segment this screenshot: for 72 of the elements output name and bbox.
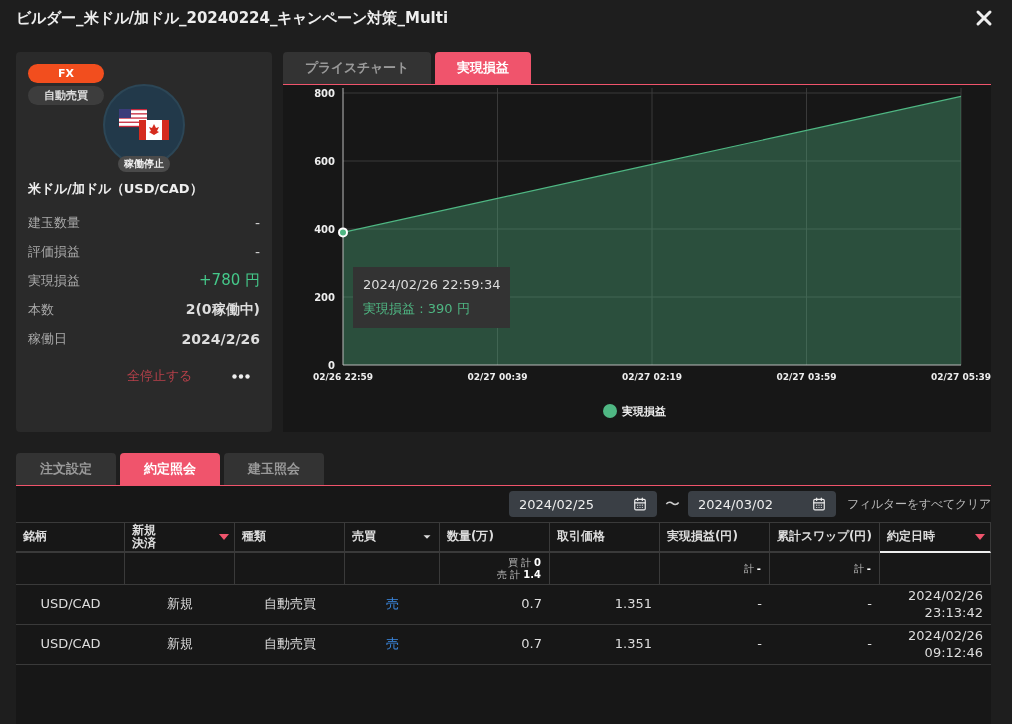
stat-label: 本数 bbox=[28, 300, 54, 319]
tooltip-value: 実現損益 : 390 円 bbox=[363, 300, 471, 318]
summary-cell: 買 計 0 売 計 1.4 bbox=[440, 553, 550, 585]
flags-icon bbox=[119, 109, 169, 141]
table-cell: 自動売買 bbox=[235, 585, 345, 625]
table-cell: 売 bbox=[345, 585, 440, 625]
tooltip-time: 2024/02/26 22:59:34 bbox=[363, 277, 501, 292]
column-header[interactable]: 累計スワップ(円) bbox=[770, 522, 880, 553]
calendar-icon bbox=[633, 497, 647, 511]
stat-value: - bbox=[254, 243, 260, 260]
table-cell: - bbox=[660, 625, 770, 665]
category-badge: FX bbox=[28, 64, 104, 83]
y-tick-label: 800 bbox=[314, 88, 335, 99]
table-cell: 1.351 bbox=[550, 625, 660, 665]
more-icon[interactable] bbox=[232, 373, 250, 379]
y-tick-label: 400 bbox=[314, 224, 335, 235]
legend-label: 実現損益 bbox=[622, 405, 666, 418]
table-cell: 1.351 bbox=[550, 585, 660, 625]
table-cell: 新規 bbox=[125, 625, 235, 665]
date-from-field[interactable]: 2024/02/25 bbox=[509, 491, 657, 517]
x-tick-label: 02/27 05:39 bbox=[930, 372, 991, 382]
column-header[interactable]: 取引価格 bbox=[550, 522, 660, 553]
x-tick-label: 02/27 02:19 bbox=[621, 372, 683, 382]
x-tick-label: 02/26 22:59 bbox=[312, 372, 374, 382]
stat-value: - bbox=[254, 214, 260, 231]
date-to-field[interactable]: 2024/03/02 bbox=[688, 491, 836, 517]
pair-name: 米ドル/加ドル（USD/CAD） bbox=[28, 180, 204, 198]
table-cell: 2024/02/26 09:12:46 bbox=[880, 625, 991, 665]
range-separator: 〜 bbox=[665, 494, 680, 514]
y-tick-label: 600 bbox=[314, 156, 335, 167]
table-cell: - bbox=[770, 625, 880, 665]
summary-cell: 計 - bbox=[770, 553, 880, 585]
table-cell: 0.7 bbox=[440, 625, 550, 665]
stat-value: 2024/2/26 bbox=[181, 330, 260, 347]
stat-label: 建玉数量 bbox=[28, 213, 80, 232]
table-cell: 売 bbox=[345, 625, 440, 665]
x-tick-label: 02/27 03:59 bbox=[776, 372, 837, 382]
table-cell: 2024/02/26 23:13:42 bbox=[880, 585, 991, 625]
type-badge: 自動売買 bbox=[28, 86, 104, 105]
stat-value: +780 円 bbox=[199, 271, 260, 290]
data-point bbox=[338, 227, 348, 238]
stat-label: 評価損益 bbox=[28, 242, 80, 261]
column-header[interactable]: 種類 bbox=[235, 522, 345, 553]
y-tick-label: 0 bbox=[328, 360, 335, 371]
tab[interactable]: 建玉照会 bbox=[224, 453, 324, 485]
stat-label: 稼働日 bbox=[28, 329, 67, 348]
column-header[interactable]: 約定日時 bbox=[880, 522, 991, 553]
window-title: ビルダー_米ドル/加ドル_20240224_キャンペーン対策_Multi bbox=[16, 8, 449, 28]
column-header[interactable]: 新規決済 bbox=[125, 522, 235, 553]
table-cell: 自動売買 bbox=[235, 625, 345, 665]
stat-value: 2(0稼働中) bbox=[185, 300, 260, 319]
table-cell: 新規 bbox=[125, 585, 235, 625]
table-cell: - bbox=[660, 585, 770, 625]
y-tick-label: 200 bbox=[314, 292, 335, 303]
table-cell: - bbox=[770, 585, 880, 625]
sort-icon[interactable] bbox=[219, 534, 229, 540]
chart-tab[interactable]: プライスチャート bbox=[283, 52, 431, 84]
table-cell: 0.7 bbox=[440, 585, 550, 625]
tab[interactable]: 注文設定 bbox=[16, 453, 116, 485]
column-header[interactable]: 実現損益(円) bbox=[660, 522, 770, 553]
column-header[interactable]: 売買 bbox=[345, 522, 440, 553]
table-cell: USD/CAD bbox=[16, 585, 125, 625]
status-badge: 稼働停止 bbox=[118, 156, 170, 172]
clear-filters-link[interactable]: フィルターをすべてクリア bbox=[847, 495, 991, 513]
calendar-icon bbox=[812, 497, 826, 511]
table-cell: USD/CAD bbox=[16, 625, 125, 665]
sort-icon[interactable] bbox=[975, 534, 985, 540]
x-tick-label: 02/27 00:39 bbox=[467, 372, 528, 382]
summary-cell: 計 - bbox=[660, 553, 770, 585]
column-header[interactable]: 銘柄 bbox=[16, 522, 125, 553]
stat-label: 実現損益 bbox=[28, 271, 80, 290]
column-header[interactable]: 数量(万) bbox=[440, 522, 550, 553]
